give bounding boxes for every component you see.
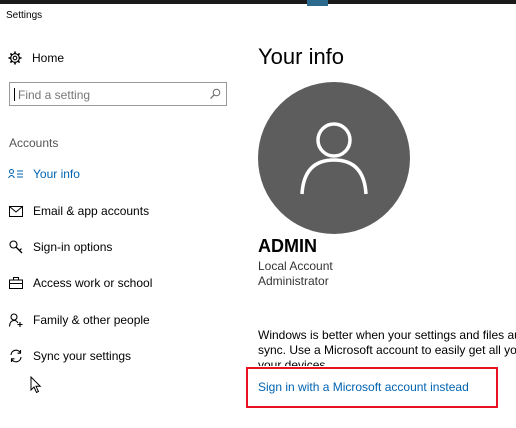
sign-in-microsoft-account-link[interactable]: Sign in with a Microsoft account instead [258, 380, 469, 394]
home-nav-item[interactable]: Home [8, 51, 64, 65]
person-icon [300, 122, 368, 195]
sidebar-item-label: Your info [33, 167, 80, 181]
window-title: Settings [6, 10, 43, 21]
account-role: Administrator [258, 274, 329, 288]
sidebar-item-family-other-people[interactable]: Family & other people [8, 310, 150, 330]
sidebar-item-label: Sync your settings [33, 349, 132, 363]
sidebar-item-access-work-or-school[interactable]: Access work or school [8, 273, 152, 293]
sync-icon [8, 348, 24, 364]
add-person-icon [8, 312, 24, 328]
sidebar-item-sync-your-settings[interactable]: Sync your settings [8, 346, 131, 366]
sidebar-item-label: Access work or school [33, 276, 153, 290]
sidebar-item-label: Family & other people [33, 313, 150, 327]
top-bar [0, 0, 516, 4]
briefcase-icon [8, 275, 24, 291]
promo-line: sync. Use a Microsoft account to easily … [258, 343, 516, 357]
contact-info-icon [8, 166, 24, 182]
mouse-cursor-icon [30, 376, 42, 394]
sidebar-item-sign-in-options[interactable]: Sign-in options [8, 237, 112, 257]
sidebar-item-label: Sign-in options [33, 240, 113, 254]
user-name: ADMIN [258, 236, 317, 256]
home-label: Home [32, 51, 65, 65]
taskbar-accent [307, 0, 328, 6]
page-title: Your info [258, 44, 345, 69]
sidebar-item-email-app-accounts[interactable]: Email & app accounts [8, 201, 149, 221]
account-type: Local Account [258, 259, 333, 273]
text-caret [14, 88, 15, 101]
search-placeholder: Find a setting [18, 88, 91, 102]
avatar [258, 82, 410, 234]
sidebar-item-your-info[interactable]: Your info [8, 164, 80, 184]
sidebar-item-label: Email & app accounts [33, 204, 150, 218]
search-input[interactable]: Find a setting [9, 82, 227, 106]
key-icon [8, 239, 24, 255]
microsoft-account-promo-text: Windows is better when your settings and… [258, 328, 516, 366]
promo-line: Windows is better when your settings and… [258, 328, 516, 342]
gear-icon [8, 51, 22, 65]
promo-line: your devices. [258, 358, 329, 366]
mail-icon [8, 203, 24, 219]
search-icon[interactable] [209, 88, 221, 100]
section-label-accounts: Accounts [9, 136, 59, 150]
